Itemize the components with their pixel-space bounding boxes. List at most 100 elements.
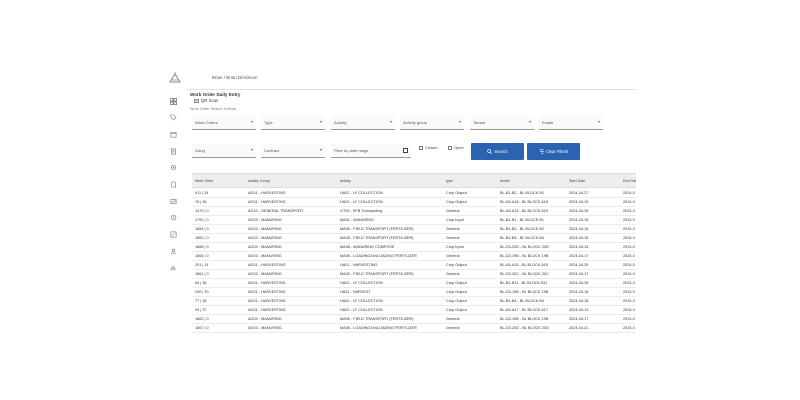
table-cell: Crop Output: [446, 281, 467, 286]
qr-scan-button[interactable]: QR Scan: [194, 98, 218, 103]
table-row[interactable]: 76 | 36 AG01 - HARVESTING HA02 - LF COLLEC…: [192, 198, 636, 207]
analytics-icon[interactable]: [169, 263, 178, 272]
activity-select[interactable]: Activity: [331, 116, 395, 130]
table-cell: BL-B1-B4 - BL BLOCK B4: [500, 299, 544, 304]
activity-group-label: Activity group: [403, 120, 428, 125]
table-cell: AG03 - MANURING: [248, 236, 282, 241]
table-row[interactable]: 77 | 38 AG01 - HARVESTING HA02 - LF COLLEC…: [192, 297, 636, 306]
table-cell: Crop Input: [446, 245, 464, 250]
table-cell: 2024-0: [623, 290, 635, 295]
table-cell: 2024-0: [623, 272, 635, 277]
clear-filters-button[interactable]: Clear Filters: [527, 143, 580, 160]
table-row[interactable]: 291 | 31 AG01 - HARVESTING HA01 - HARVESTI…: [192, 261, 636, 270]
table-row[interactable]: 1854 | 0 AG03 - MANURING MA05 - FIELD TRAN…: [192, 225, 636, 234]
table-row[interactable]: 1861 | 0 AG03 - MANURING MA05 - FIELD TRAN…: [192, 270, 636, 279]
table-cell: 2024-04-17: [569, 254, 589, 259]
table-cell: MA01 - MANURING: [340, 218, 374, 223]
tenant-select[interactable]: Tenant: [470, 116, 534, 130]
type-label: Type: [264, 120, 273, 125]
closed-checkbox-box[interactable]: [419, 145, 423, 150]
type-select[interactable]: Type: [261, 116, 325, 130]
column-header[interactable]: Work Order: [195, 179, 214, 183]
tag-icon[interactable]: [169, 113, 178, 122]
calendar-icon[interactable]: [169, 130, 178, 139]
list-icon[interactable]: [169, 147, 178, 156]
table-row[interactable]: 911 | 34 AG01 - HARVESTING HA02 - LF COLLE…: [192, 189, 636, 198]
calendar-icon[interactable]: [403, 148, 408, 153]
table-cell: HA02 - LF COLLECTION: [340, 299, 383, 304]
table-row[interactable]: 290 | 30 AG01 - HARVESTING HA01 - HARVEST C…: [192, 288, 636, 297]
page-title: Work Order Daily Entry: [190, 92, 241, 97]
table-row[interactable]: 1862 | 0 AG03 - MANURING MA05 - FIELD TRAN…: [192, 315, 636, 324]
chevron-down-icon: [529, 121, 531, 123]
table-cell: Crop Input: [446, 218, 464, 223]
settings-icon[interactable]: [169, 163, 178, 172]
table-cell: 77 | 38: [195, 299, 207, 304]
work-orders-select[interactable]: Work Orders: [192, 116, 256, 130]
table-cell: MA05 - FIELD TRANSPORT (FERTILIZER): [340, 227, 414, 232]
activity-label: Activity: [334, 120, 347, 125]
gang-select[interactable]: Gang: [192, 144, 256, 158]
column-header[interactable]: End Dat: [623, 179, 636, 183]
document-icon[interactable]: [169, 180, 178, 189]
column-header[interactable]: Start Date: [569, 179, 585, 183]
column-header[interactable]: type: [446, 179, 453, 183]
estate-select[interactable]: Estate: [539, 116, 603, 130]
open-checkbox-box[interactable]: [448, 145, 452, 150]
table-cell: HA01 - HARVEST: [340, 290, 371, 295]
search-button[interactable]: Search: [471, 143, 524, 160]
table-row[interactable]: 1867 | 0 AG03 - MANURING MA06 - LOADING/UN…: [192, 324, 636, 333]
table-row[interactable]: 1852 | 0 AG03 - MANURING MA05 - FIELD TRAN…: [192, 234, 636, 243]
work-orders-label: Work Orders: [195, 120, 218, 125]
table-cell: AG01 - HARVESTING: [248, 191, 286, 196]
closed-label: Closed: [425, 145, 438, 150]
table-cell: 2024-0: [623, 209, 635, 214]
column-header[interactable]: tender: [500, 179, 510, 183]
table-cell: 1854 | 0: [195, 227, 209, 232]
table-cell: MA05 - FIELD TRANSPORT (FERTILIZER): [340, 317, 414, 322]
table-cell: Crop Output: [446, 308, 467, 313]
table-cell: 2024-04-17: [569, 272, 589, 277]
activity-group-select[interactable]: Activity group: [400, 116, 464, 130]
table-cell: 2024-0: [623, 281, 635, 286]
table-row[interactable]: 84 | 38 AG01 - HARVESTING HA02 - LF COLLEC…: [192, 279, 636, 288]
chevron-down-icon: [459, 121, 461, 123]
table-cell: MA05 - FIELD TRANSPORT (FERTILIZER): [340, 272, 414, 277]
table-cell: BL-D3-20C - BL BLOCK 20C: [500, 272, 549, 277]
table-cell: Crop Output: [446, 299, 467, 304]
table-cell: 2024-0: [623, 227, 635, 232]
table-cell: AG10 - GENERAL TRANSPORT: [248, 209, 304, 214]
table-cell: 2024-04-13: [569, 308, 589, 313]
date-range-input[interactable]: Filter by date range: [331, 144, 411, 158]
table-cell: 1792 | 0: [195, 218, 209, 223]
table-cell: BL-A5-A15 - BL BLOCK A15: [500, 209, 548, 214]
open-checkbox[interactable]: Open: [448, 145, 464, 150]
table-cell: 2024-04-15: [569, 227, 589, 232]
report-icon[interactable]: [169, 230, 178, 239]
table-cell: 2024-0: [623, 299, 635, 304]
table-cell: AG03 - MANURING: [248, 218, 282, 223]
table-cell: 2024-04-21: [569, 326, 589, 331]
table-header: Work Order activity Group activity type …: [192, 173, 636, 188]
table-row[interactable]: 1470 | 0 AG10 - GENERAL TRANSPORT GT09 - E…: [192, 207, 636, 216]
column-header[interactable]: activity Group: [248, 179, 270, 183]
table-cell: 2024-04-17: [569, 317, 589, 322]
table-row[interactable]: 1792 | 0 AG03 - MANURING MA01 - MANURING Cr…: [192, 216, 636, 225]
table-cell: Crop Output: [446, 263, 467, 268]
clear-filters-label: Clear Filters: [545, 149, 569, 154]
table-cell: HA02 - LF COLLECTION: [340, 191, 383, 196]
table-row[interactable]: 1868 | 0 AG03 - MANURING MA08 - MANURING C…: [192, 243, 636, 252]
chart-icon[interactable]: [169, 197, 178, 206]
tool-icon[interactable]: [169, 213, 178, 222]
breadcrumb[interactable]: Brian / Brian Dickinson: [212, 75, 258, 80]
column-header[interactable]: activity: [340, 179, 351, 183]
table-row[interactable]: 94 | 37 AG01 - HARVESTING HA02 - LF COLLEC…: [192, 306, 636, 315]
table-cell: 2024-0: [623, 245, 635, 250]
table-cell: 2024-0: [623, 254, 635, 259]
table-row[interactable]: 1864 | 0 AG03 - MANURING MA06 - LOADING/UN…: [192, 252, 636, 261]
dashboard-icon[interactable]: [169, 97, 178, 106]
contract-select[interactable]: Contract: [261, 144, 325, 158]
user-icon[interactable]: [169, 247, 178, 256]
closed-checkbox[interactable]: Closed: [419, 145, 437, 150]
table-cell: General: [446, 326, 460, 331]
